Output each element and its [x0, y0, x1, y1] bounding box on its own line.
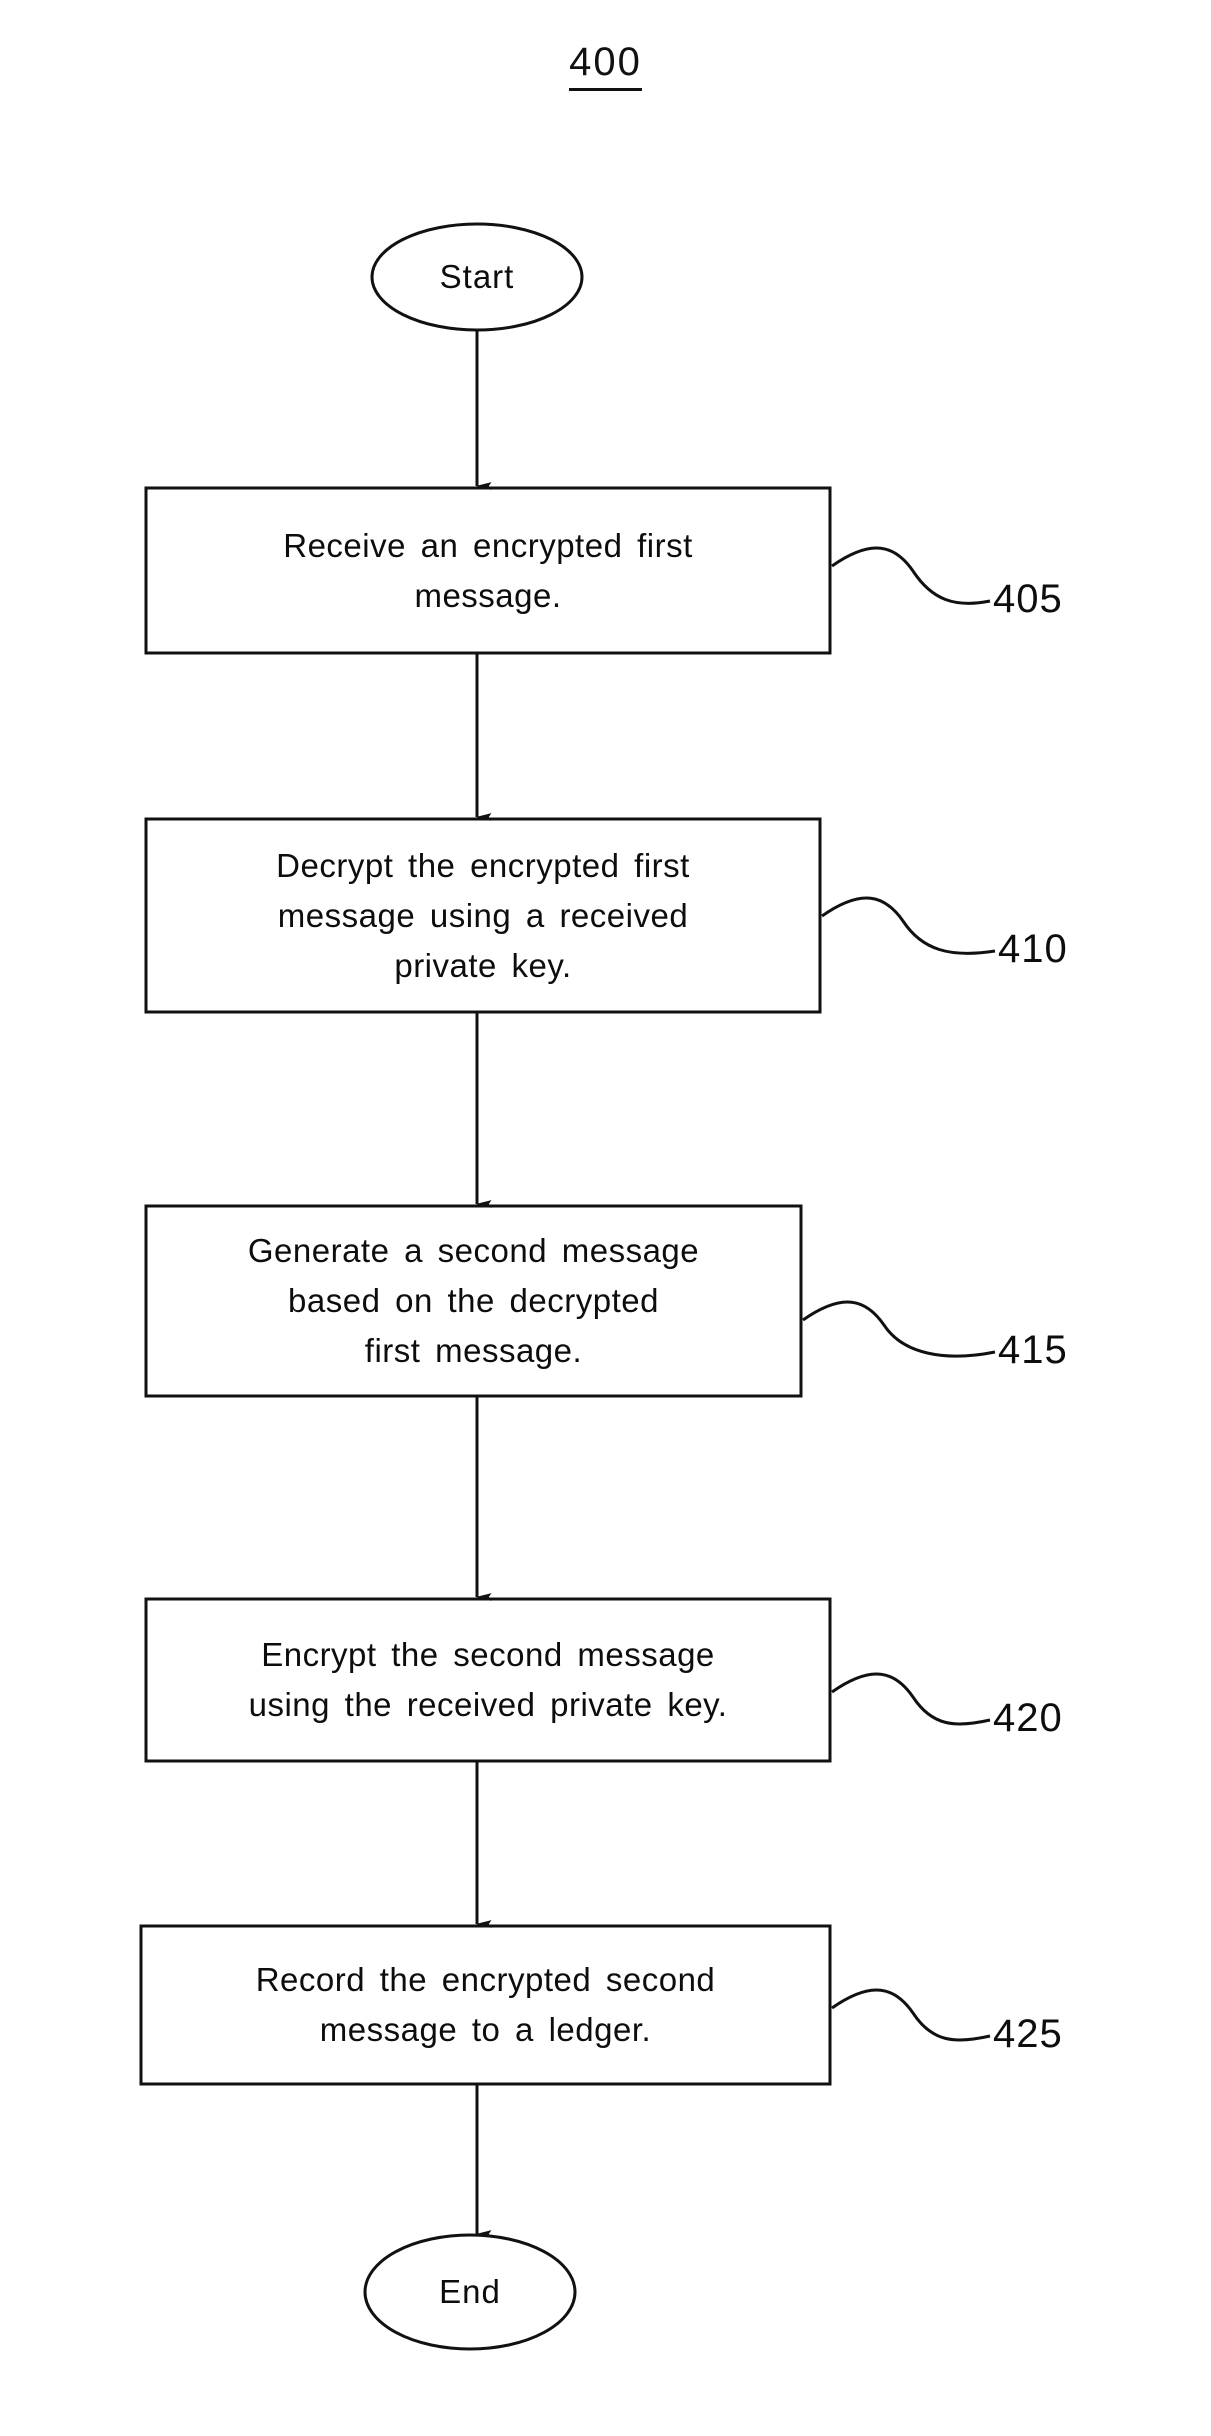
leader-line-410 [821, 896, 996, 955]
ref-numeral-410: 410 [998, 927, 1068, 971]
ref-numeral-415: 415 [998, 1328, 1068, 1372]
step-425-label: Record the encrypted second message to a… [255, 1961, 716, 2048]
ref-numeral-425: 425 [993, 2012, 1063, 2056]
leader-line-405 [831, 546, 991, 605]
ref-numeral-405: 405 [993, 577, 1063, 621]
step-420-label: Encrypt the second message using the rec… [248, 1636, 728, 1723]
step-405-label: Receive an encrypted first message. [283, 526, 693, 614]
leader-line-415 [802, 1300, 996, 1358]
figure-page: 400 Start End Receive an encrypted first… [0, 0, 1211, 2436]
end-terminal-label: End [439, 2273, 501, 2310]
leader-line-425 [831, 1988, 991, 2042]
step-415-label: Generate a second message based on the d… [247, 1232, 700, 1369]
ref-numeral-420: 420 [993, 1696, 1063, 1740]
step-410-label: Decrypt the encrypted first message usin… [276, 846, 690, 984]
start-terminal-label: Start [439, 258, 515, 295]
leader-line-420 [831, 1672, 991, 1726]
